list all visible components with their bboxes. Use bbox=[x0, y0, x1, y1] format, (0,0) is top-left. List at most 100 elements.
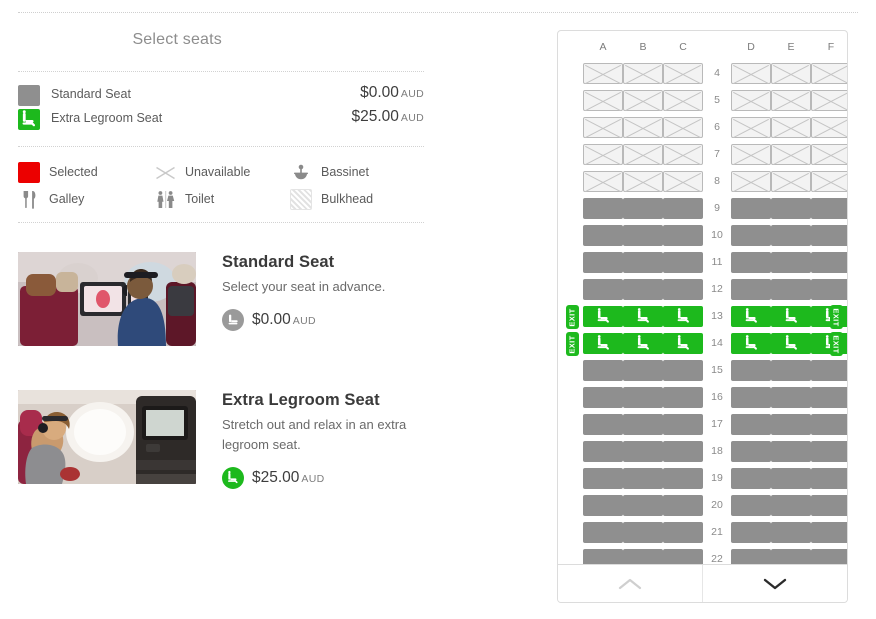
seat-row-number-21: 21 bbox=[711, 526, 723, 538]
seat-17E[interactable] bbox=[771, 414, 811, 435]
seat-11E[interactable] bbox=[771, 252, 811, 273]
seat-19B[interactable] bbox=[623, 468, 663, 489]
seat-16B[interactable] bbox=[623, 387, 663, 408]
seat-16C[interactable] bbox=[663, 387, 703, 408]
seat-14E[interactable] bbox=[771, 333, 811, 354]
seat-15E[interactable] bbox=[771, 360, 811, 381]
seat-17B[interactable] bbox=[623, 414, 663, 435]
seat-map-panel[interactable]: A B C D E F 4 5 6 7 8 9 10 11 12 13 EXIT EXIT 14 EXIT EXIT 15… bbox=[557, 30, 848, 603]
seat-18A[interactable] bbox=[583, 441, 623, 462]
seat-11B[interactable] bbox=[623, 252, 663, 273]
seat-14C[interactable] bbox=[663, 333, 703, 354]
exit-label: EXIT bbox=[832, 307, 841, 327]
seat-18C[interactable] bbox=[663, 441, 703, 462]
seat-20C[interactable] bbox=[663, 495, 703, 516]
seat-17A[interactable] bbox=[583, 414, 623, 435]
seat-14D[interactable] bbox=[731, 333, 771, 354]
seat-21B[interactable] bbox=[623, 522, 663, 543]
seat-10A[interactable] bbox=[583, 225, 623, 246]
seat-18E[interactable] bbox=[771, 441, 811, 462]
seat-13B[interactable] bbox=[623, 306, 663, 327]
seat-22F[interactable] bbox=[811, 549, 847, 564]
seat-19D[interactable] bbox=[731, 468, 771, 489]
seat-12A[interactable] bbox=[583, 279, 623, 300]
seat-17F[interactable] bbox=[811, 414, 847, 435]
seat-16E[interactable] bbox=[771, 387, 811, 408]
seat-20B[interactable] bbox=[623, 495, 663, 516]
seat-21F[interactable] bbox=[811, 522, 847, 543]
seat-19F[interactable] bbox=[811, 468, 847, 489]
seat-13E[interactable] bbox=[771, 306, 811, 327]
seat-15D[interactable] bbox=[731, 360, 771, 381]
seat-19A[interactable] bbox=[583, 468, 623, 489]
divider-top bbox=[18, 71, 424, 72]
seat-22A[interactable] bbox=[583, 549, 623, 564]
seat-15C[interactable] bbox=[663, 360, 703, 381]
seat-9A[interactable] bbox=[583, 198, 623, 219]
seat-13C[interactable] bbox=[663, 306, 703, 327]
seat-13D[interactable] bbox=[731, 306, 771, 327]
seat-9F[interactable] bbox=[811, 198, 847, 219]
seat-row-number-12: 12 bbox=[711, 283, 723, 295]
seat-13A[interactable] bbox=[583, 306, 623, 327]
seat-20E[interactable] bbox=[771, 495, 811, 516]
seat-12C[interactable] bbox=[663, 279, 703, 300]
seat-9E[interactable] bbox=[771, 198, 811, 219]
seat-21E[interactable] bbox=[771, 522, 811, 543]
seat-16D[interactable] bbox=[731, 387, 771, 408]
seat-21C[interactable] bbox=[663, 522, 703, 543]
seat-18B[interactable] bbox=[623, 441, 663, 462]
seat-20F[interactable] bbox=[811, 495, 847, 516]
seat-15A[interactable] bbox=[583, 360, 623, 381]
seat-19C[interactable] bbox=[663, 468, 703, 489]
offer-amount: $0.00 AUD bbox=[252, 311, 316, 329]
seat-11F[interactable] bbox=[811, 252, 847, 273]
seat-15F[interactable] bbox=[811, 360, 847, 381]
exit-marker-right-row-14: EXIT bbox=[830, 332, 843, 356]
seat-18F[interactable] bbox=[811, 441, 847, 462]
seat-14B[interactable] bbox=[623, 333, 663, 354]
seat-21D[interactable] bbox=[731, 522, 771, 543]
seat-16A[interactable] bbox=[583, 387, 623, 408]
seat-8C bbox=[663, 171, 703, 192]
legend-label: Toilet bbox=[185, 192, 215, 206]
seat-9C[interactable] bbox=[663, 198, 703, 219]
seat-11A[interactable] bbox=[583, 252, 623, 273]
seat-10C[interactable] bbox=[663, 225, 703, 246]
seat-row-number-8: 8 bbox=[714, 175, 720, 187]
seat-21A[interactable] bbox=[583, 522, 623, 543]
seat-19E[interactable] bbox=[771, 468, 811, 489]
seat-12E[interactable] bbox=[771, 279, 811, 300]
seat-column-header-B: B bbox=[639, 41, 647, 53]
seat-10E[interactable] bbox=[771, 225, 811, 246]
seat-22C[interactable] bbox=[663, 549, 703, 564]
seat-12F[interactable] bbox=[811, 279, 847, 300]
seat-12D[interactable] bbox=[731, 279, 771, 300]
seat-16F[interactable] bbox=[811, 387, 847, 408]
seat-15B[interactable] bbox=[623, 360, 663, 381]
seat-12B[interactable] bbox=[623, 279, 663, 300]
seat-10B[interactable] bbox=[623, 225, 663, 246]
scroll-up-button[interactable] bbox=[558, 565, 702, 602]
seat-11D[interactable] bbox=[731, 252, 771, 273]
seat-10F[interactable] bbox=[811, 225, 847, 246]
seat-5B bbox=[623, 90, 663, 111]
seat-17C[interactable] bbox=[663, 414, 703, 435]
seat-7E bbox=[771, 144, 811, 165]
seat-14A[interactable] bbox=[583, 333, 623, 354]
seat-17D[interactable] bbox=[731, 414, 771, 435]
legend-label: Bulkhead bbox=[321, 192, 374, 206]
seat-9D[interactable] bbox=[731, 198, 771, 219]
seat-18D[interactable] bbox=[731, 441, 771, 462]
galley-icon bbox=[18, 189, 40, 210]
seat-22B[interactable] bbox=[623, 549, 663, 564]
seat-11C[interactable] bbox=[663, 252, 703, 273]
seat-20D[interactable] bbox=[731, 495, 771, 516]
seat-20A[interactable] bbox=[583, 495, 623, 516]
exit-label: EXIT bbox=[568, 334, 577, 354]
seat-22E[interactable] bbox=[771, 549, 811, 564]
seat-22D[interactable] bbox=[731, 549, 771, 564]
seat-9B[interactable] bbox=[623, 198, 663, 219]
seat-10D[interactable] bbox=[731, 225, 771, 246]
scroll-down-button[interactable] bbox=[702, 565, 847, 602]
